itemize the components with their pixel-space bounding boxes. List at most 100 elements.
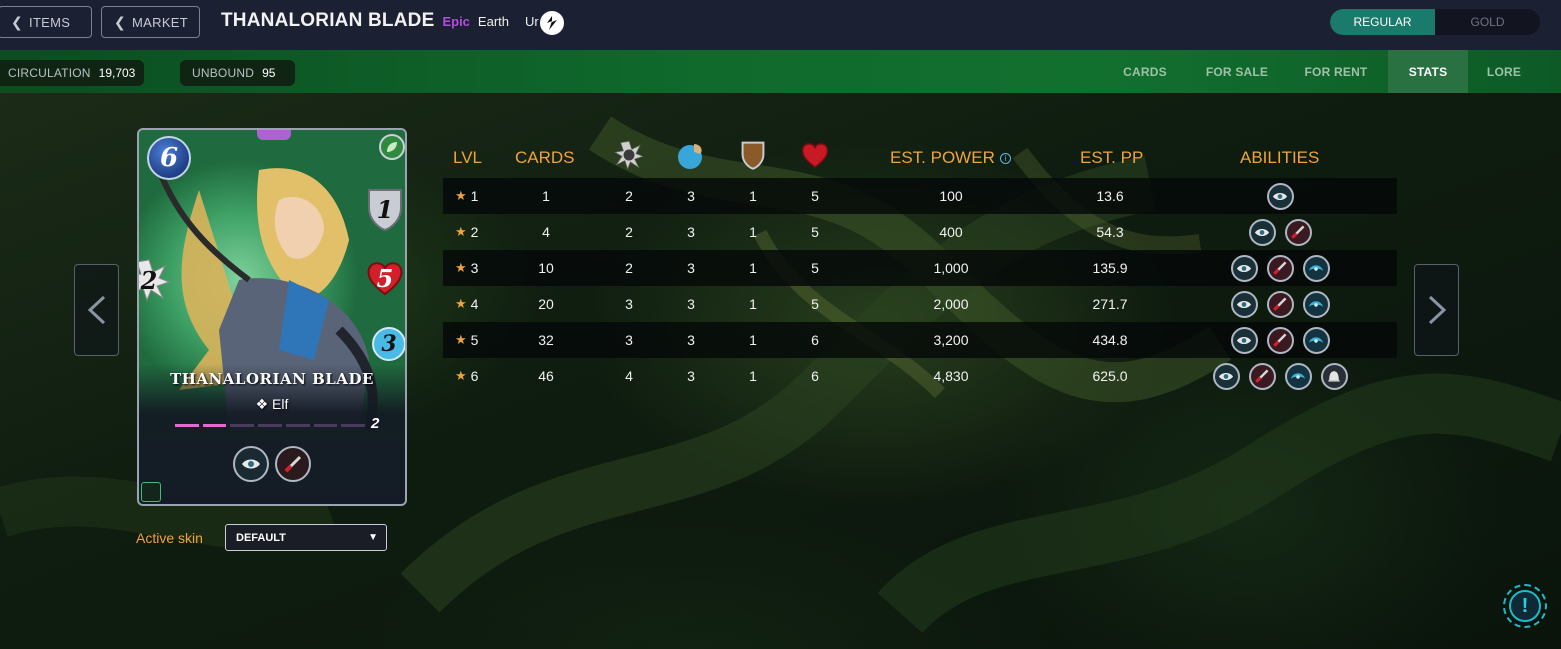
- eye-icon[interactable]: [1248, 218, 1276, 246]
- top-bar: ❮ ITEMS ❮ MARKET THANALORIAN BLADE Epic …: [0, 0, 1561, 50]
- tab-lore[interactable]: LORE: [1468, 50, 1540, 93]
- mana-cost-badge: 6: [147, 136, 191, 180]
- row-level-value: 4: [470, 296, 479, 312]
- row-level: ★ 4: [455, 286, 478, 322]
- cell-health: 6: [811, 332, 819, 348]
- swirl-icon[interactable]: [1302, 254, 1330, 282]
- active-skin-label: Active skin: [136, 530, 203, 546]
- blade-icon[interactable]: [1284, 218, 1312, 246]
- header-est-power-label: EST. POWER: [890, 148, 995, 167]
- info-icon[interactable]: i: [999, 152, 1011, 164]
- cell-pp: 625.0: [1092, 368, 1128, 384]
- star-icon: ★: [455, 368, 467, 383]
- eye-icon[interactable]: [1230, 290, 1258, 318]
- table-row: ★ 3 10 2 3 1 5 1,000 135.9: [443, 250, 1397, 286]
- bell-icon[interactable]: [1320, 362, 1348, 390]
- cell-abilities: [1180, 322, 1380, 358]
- row-level: ★ 1: [455, 178, 478, 214]
- cell-power: 400: [939, 224, 963, 240]
- swirl-icon[interactable]: [1284, 362, 1312, 390]
- page-title: THANALORIAN BLADE: [221, 10, 435, 31]
- cell-pp: 434.8: [1092, 332, 1128, 348]
- blade-icon[interactable]: [1266, 290, 1294, 318]
- header-cards: CARDS: [515, 148, 575, 167]
- cell-health: 5: [811, 224, 819, 240]
- cell-abilities: [1180, 286, 1380, 322]
- header-est-pp: EST. PP: [1080, 148, 1144, 167]
- blade-icon[interactable]: [1266, 326, 1294, 354]
- row-level-value: 6: [470, 368, 479, 384]
- chevron-left-icon: [87, 295, 105, 325]
- cell-pp: 135.9: [1092, 260, 1128, 276]
- card-edition-icon: [141, 482, 161, 502]
- market-back-button[interactable]: ❮ MARKET: [101, 6, 200, 38]
- cell-abilities: [1180, 178, 1380, 214]
- tab-for-rent[interactable]: FOR RENT: [1284, 50, 1388, 93]
- table-row: ★ 6 46 4 3 1 6 4,830 625.0: [443, 358, 1397, 394]
- tab-cards[interactable]: CARDS: [1100, 50, 1190, 93]
- rarity-label: Epic: [442, 14, 470, 29]
- cell-pp: 271.7: [1092, 296, 1128, 312]
- eye-icon[interactable]: [1230, 254, 1258, 282]
- cell-abilities: [1180, 250, 1380, 286]
- row-level-value: 2: [470, 224, 479, 240]
- items-button-label: ITEMS: [29, 14, 71, 30]
- cell-pp: 13.6: [1096, 188, 1124, 204]
- eye-icon[interactable]: [1212, 362, 1240, 390]
- edition-toggle[interactable]: REGULAR GOLD: [1330, 9, 1540, 35]
- swirl-icon[interactable]: [1302, 326, 1330, 354]
- items-back-button[interactable]: ❮ ITEMS: [0, 6, 92, 38]
- cell-health: 5: [811, 260, 819, 276]
- health-badge: 5: [365, 258, 405, 298]
- row-level: ★ 6: [455, 358, 478, 394]
- blade-icon[interactable]: [1248, 362, 1276, 390]
- circulation-label: CIRCULATION: [8, 66, 91, 80]
- gold-option[interactable]: GOLD: [1435, 9, 1540, 35]
- active-skin-select[interactable]: DEFAULT ▼: [225, 524, 387, 551]
- armor-icon: [738, 140, 768, 170]
- active-skin-value: DEFAULT: [236, 531, 286, 544]
- chevron-left-icon: ❮: [11, 13, 24, 30]
- swirl-icon[interactable]: [1302, 290, 1330, 318]
- chevron-left-icon: ❮: [114, 13, 127, 30]
- cell-power: 2,000: [933, 296, 969, 312]
- eye-icon[interactable]: [1230, 326, 1258, 354]
- unbound-label: UNBOUND: [192, 66, 255, 80]
- card-image: 6 1 5 3 2 THANALORIAN BLADE ❖ Elf 2: [137, 128, 407, 506]
- cell-power: 4,830: [933, 368, 969, 384]
- blade-icon[interactable]: [1266, 254, 1294, 282]
- previous-card-button[interactable]: [74, 264, 119, 356]
- tab-stats[interactable]: STATS: [1388, 50, 1468, 93]
- star-icon: ★: [455, 332, 467, 347]
- next-card-button[interactable]: [1414, 264, 1459, 356]
- regular-option[interactable]: REGULAR: [1330, 9, 1435, 35]
- card-abilities: [233, 446, 311, 482]
- table-row: ★ 1 1 2 3 1 5 100 13.6: [443, 178, 1397, 214]
- header-lvl: LVL: [453, 148, 482, 167]
- header-est-power: EST. POWER i: [890, 148, 1011, 168]
- cell-pp: 54.3: [1096, 224, 1124, 240]
- market-button-label: MARKET: [132, 14, 189, 30]
- star-icon: ★: [455, 224, 467, 239]
- cell-power: 3,200: [933, 332, 969, 348]
- cell-health: 6: [811, 368, 819, 384]
- row-level-value: 5: [470, 332, 479, 348]
- help-button[interactable]: !: [1503, 584, 1547, 628]
- melee-attack-icon: [614, 140, 644, 170]
- tab-for-sale[interactable]: FOR SALE: [1190, 50, 1284, 93]
- row-level-value: 1: [470, 188, 479, 204]
- unbound-value: 95: [262, 66, 276, 80]
- speed-icon: [676, 140, 706, 170]
- eye-icon[interactable]: [1266, 182, 1294, 210]
- row-level: ★ 5: [455, 322, 478, 358]
- circulation-pill: CIRCULATION 19,703: [0, 60, 144, 86]
- speed-value: 3: [381, 331, 397, 357]
- header-abilities: ABILITIES: [1240, 148, 1320, 167]
- table-row: ★ 2 4 2 3 1 5 400 54.3: [443, 214, 1397, 250]
- race-label: Elf: [272, 396, 289, 412]
- cell-power: 100: [939, 188, 963, 204]
- info-band: CIRCULATION 19,703 UNBOUND 95 CARDS FOR …: [0, 50, 1561, 93]
- cell-abilities: [1180, 358, 1380, 394]
- star-icon: ★: [455, 260, 467, 275]
- circulation-value: 19,703: [98, 66, 136, 80]
